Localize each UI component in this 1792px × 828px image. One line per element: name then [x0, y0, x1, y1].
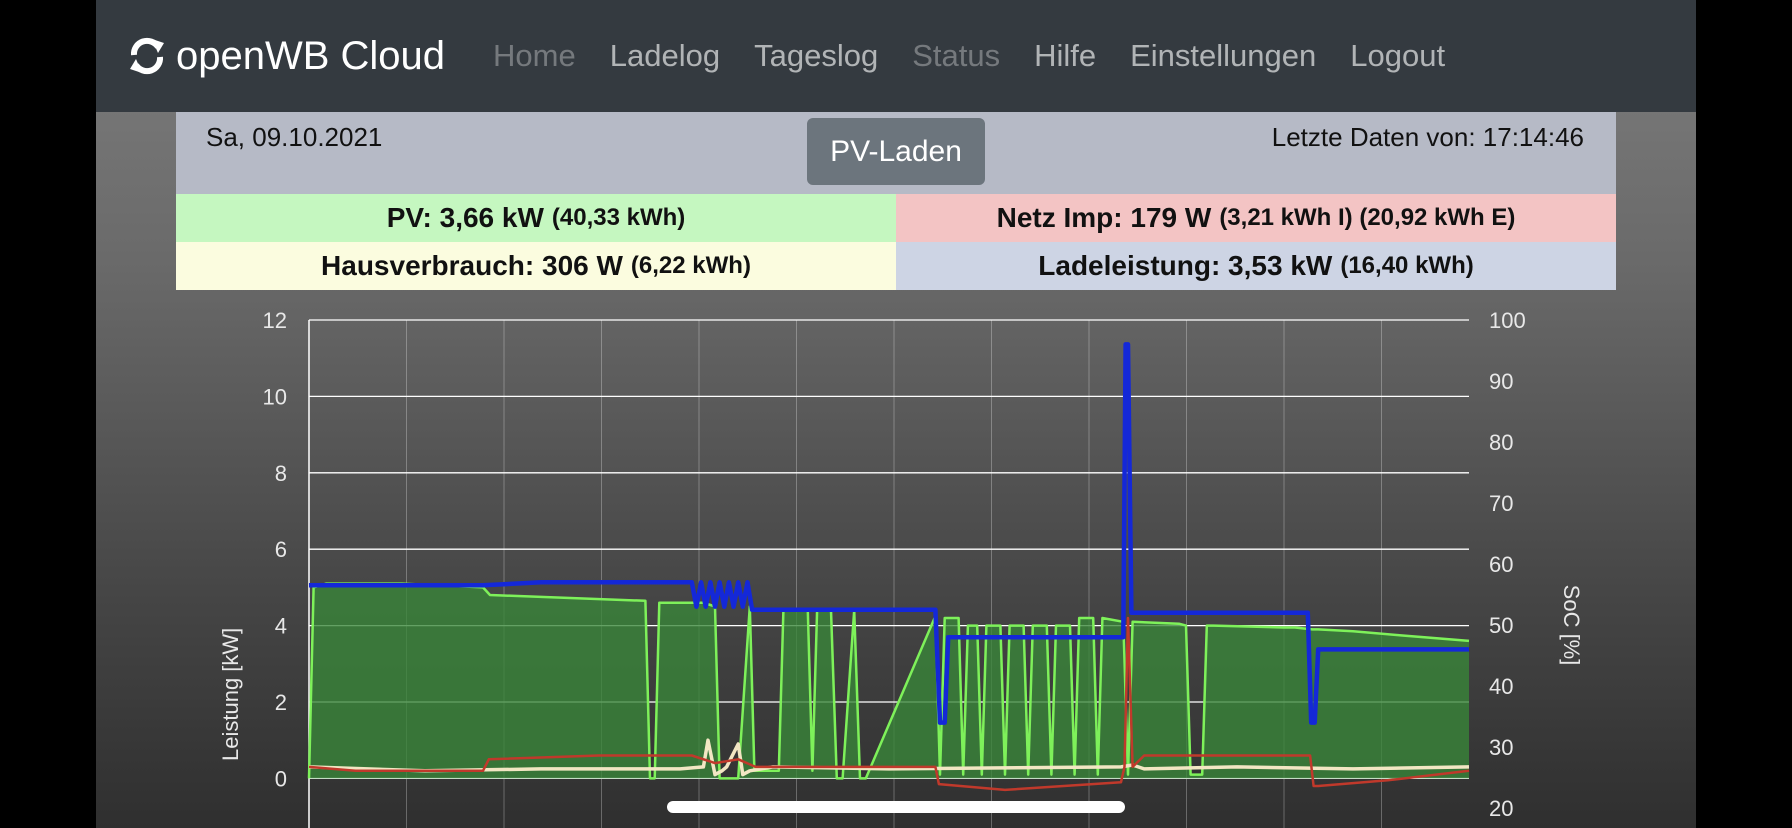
y-tick-label: 2 [275, 690, 287, 715]
y-tick-label: 12 [263, 308, 287, 333]
y2-tick-label: 80 [1489, 430, 1513, 455]
y2-tick-label: 100 [1489, 308, 1526, 333]
y-tick-label: 10 [263, 384, 287, 409]
y2-tick-label: 20 [1489, 796, 1513, 821]
y2-tick-label: 60 [1489, 552, 1513, 577]
y-axis-title: Leistung [kW] [218, 628, 243, 761]
y-tick-label: 0 [275, 766, 287, 791]
power-chart: 0 2 4 6 8 10 12 20 30 40 50 60 70 80 90 100 Leistung [kW… [218, 308, 1584, 828]
y-tick-label: 6 [275, 537, 287, 562]
y-tick-label: 4 [275, 614, 287, 639]
y2-tick-label: 40 [1489, 674, 1513, 699]
y2-tick-label: 70 [1489, 491, 1513, 516]
home-indicator [667, 801, 1125, 813]
y2-tick-label: 50 [1489, 613, 1513, 638]
y2-tick-label: 30 [1489, 735, 1513, 760]
y-tick-label: 8 [275, 461, 287, 486]
y2-tick-label: 90 [1489, 369, 1513, 394]
app-frame: openWB Cloud Home Ladelog Tageslog Statu… [96, 0, 1696, 828]
y2-axis-title: SoC [%] [1559, 585, 1584, 666]
